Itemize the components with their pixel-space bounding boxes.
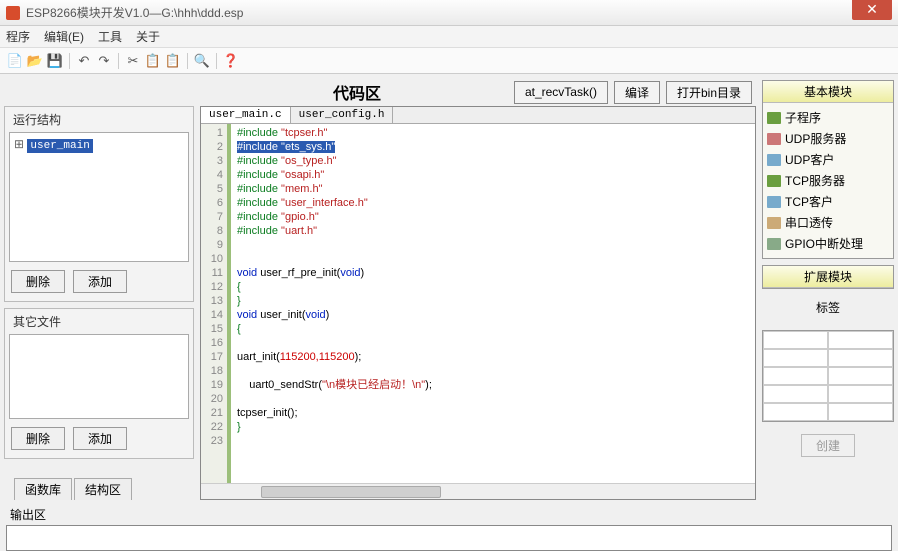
close-button[interactable]: ✕ (852, 0, 892, 20)
create-button[interactable]: 创建 (801, 434, 855, 457)
module-item-4[interactable]: TCP客户 (767, 191, 889, 212)
menu-about[interactable]: 关于 (136, 28, 160, 45)
app-icon (6, 6, 20, 20)
center-panel: 代码区 at_recvTask() 编译 打开bin目录 user_main.c… (200, 78, 756, 500)
redo-icon[interactable]: ↷ (95, 52, 113, 70)
tab-funclib[interactable]: 函数库 (14, 478, 72, 500)
output-box[interactable] (6, 525, 892, 551)
open-icon[interactable]: 📂 (26, 52, 44, 70)
struct-title: 运行结构 (7, 109, 191, 130)
struct-add-button[interactable]: 添加 (73, 270, 127, 293)
struct-delete-button[interactable]: 删除 (11, 270, 65, 293)
find-icon[interactable]: 🔍 (193, 52, 211, 70)
window-title: ESP8266模块开发V1.0—G:\hhh\ddd.esp (26, 4, 852, 21)
right-panel: 基本模块 子程序UDP服务器UDP客户TCP服务器TCP客户串口透传GPIO中断… (762, 78, 894, 500)
module-item-0[interactable]: 子程序 (767, 107, 889, 128)
other-list[interactable] (9, 334, 189, 419)
module-icon (767, 217, 781, 229)
titlebar: ESP8266模块开发V1.0—G:\hhh\ddd.esp ✕ (0, 0, 898, 26)
copy-icon[interactable]: 📋 (144, 52, 162, 70)
module-icon (767, 238, 781, 250)
module-icon (767, 196, 781, 208)
module-item-2[interactable]: UDP客户 (767, 149, 889, 170)
menu-tools[interactable]: 工具 (98, 28, 122, 45)
recv-task-button[interactable]: at_recvTask() (514, 81, 608, 104)
module-icon (767, 112, 781, 124)
module-item-1[interactable]: UDP服务器 (767, 128, 889, 149)
new-icon[interactable]: 📄 (6, 52, 24, 70)
compile-button[interactable]: 编译 (614, 81, 660, 104)
grid-label: 标签 (762, 295, 894, 320)
module-item-3[interactable]: TCP服务器 (767, 170, 889, 191)
output-panel: 输出区 (6, 504, 892, 551)
tree-root[interactable]: user_main (27, 139, 92, 153)
property-grid[interactable] (762, 330, 894, 422)
open-bin-button[interactable]: 打开bin目录 (666, 81, 752, 104)
help-icon[interactable]: ❓ (222, 52, 240, 70)
basic-modules-title: 基本模块 (763, 81, 893, 103)
other-title: 其它文件 (7, 311, 191, 332)
ext-modules-title: 扩展模块 (763, 266, 893, 288)
module-item-5[interactable]: 串口透传 (767, 212, 889, 233)
toolbar: 📄 📂 💾 ↶ ↷ ✂ 📋 📋 🔍 ❓ (0, 48, 898, 74)
code-area-title: 代码区 (200, 80, 514, 104)
code-editor[interactable]: 1234567891011121314151617181920212223 #i… (201, 124, 755, 483)
paste-icon[interactable]: 📋 (164, 52, 182, 70)
tab-struct[interactable]: 结构区 (74, 478, 132, 500)
file-tab-config[interactable]: user_config.h (291, 107, 394, 123)
h-scrollbar[interactable] (201, 483, 755, 499)
save-icon[interactable]: 💾 (46, 52, 64, 70)
module-item-6[interactable]: GPIO中断处理 (767, 233, 889, 254)
menu-program[interactable]: 程序 (6, 28, 30, 45)
other-add-button[interactable]: 添加 (73, 427, 127, 450)
menubar: 程序 编辑(E) 工具 关于 (0, 26, 898, 48)
line-gutter: 1234567891011121314151617181920212223 (201, 124, 231, 483)
struct-tree[interactable]: ⊞ user_main (9, 132, 189, 262)
module-icon (767, 175, 781, 187)
other-delete-button[interactable]: 删除 (11, 427, 65, 450)
left-panel: 运行结构 ⊞ user_main 删除 添加 其它文件 删除 添加 函数库 结构… (4, 78, 194, 500)
output-title: 输出区 (6, 504, 892, 525)
module-icon (767, 133, 781, 145)
menu-edit[interactable]: 编辑(E) (44, 28, 84, 45)
cut-icon[interactable]: ✂ (124, 52, 142, 70)
code-content[interactable]: #include "tcpser.h" #include "ets_sys.h"… (231, 124, 755, 483)
file-tab-main[interactable]: user_main.c (201, 107, 291, 123)
module-icon (767, 154, 781, 166)
editor: user_main.c user_config.h 12345678910111… (200, 106, 756, 500)
undo-icon[interactable]: ↶ (75, 52, 93, 70)
